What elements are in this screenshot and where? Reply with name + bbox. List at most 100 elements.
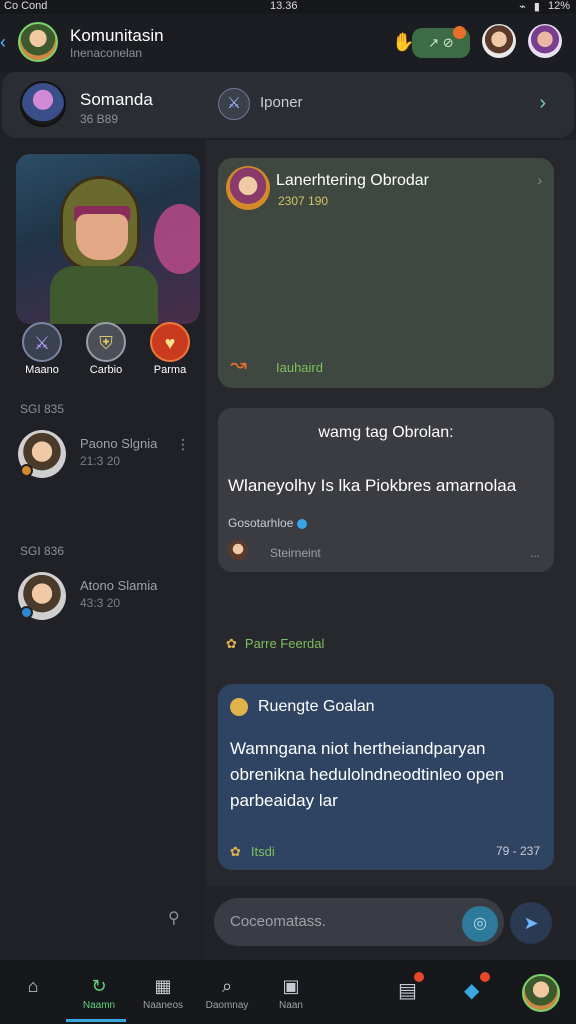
post-body: Wamngana niot hertheiandparyan obrenikna…	[230, 739, 505, 810]
post-title: Lanerhtering Obrodar	[276, 172, 429, 189]
heart-role-button[interactable]: ♥	[150, 322, 190, 362]
signal-icon: ▮	[533, 1, 540, 13]
left-column: ⚔ ⛨ ♥ Maano Carbio Parma SGI 835 Paono S…	[0, 140, 206, 960]
notification-badge	[414, 972, 424, 982]
post-tag-text: Gosotarhloe	[228, 516, 294, 530]
role-label: Carbio	[89, 364, 123, 376]
reaction-row[interactable]: ✿ Parre Feerdal	[226, 636, 324, 652]
group-name: Somanda	[80, 90, 153, 109]
tab-search[interactable]: ⌕ Daomnay	[194, 960, 260, 1024]
profile-avatar[interactable]	[522, 974, 560, 1012]
grid-icon: ▦	[154, 976, 172, 996]
member-time: 21:3 20	[80, 454, 121, 468]
post-reactions[interactable]: ✿ Itsdi	[230, 844, 275, 860]
shield-role-button[interactable]: ⛨	[86, 322, 126, 362]
more-icon[interactable]: ⋮	[176, 436, 190, 453]
post-card-highlight[interactable]: Ruengte Goalan Wamngana niot hertheiandp…	[218, 684, 554, 870]
attach-icon[interactable]: ◎	[462, 906, 498, 942]
tab-home[interactable]: ⌂	[0, 960, 66, 1024]
home-icon: ⌂	[27, 976, 39, 996]
tab-groups[interactable]: ▦ Naaneos	[130, 960, 196, 1024]
group-action-label[interactable]: Iponer	[260, 94, 303, 111]
post-reactions-label: Itsdi	[250, 844, 275, 859]
author-avatar[interactable]	[228, 540, 248, 560]
notification-badge	[480, 972, 490, 982]
role-label: Parma	[153, 364, 187, 376]
author-avatar[interactable]	[226, 166, 270, 210]
post-timestamp: 79 - 237	[495, 844, 540, 858]
section-label: SGI 835	[20, 402, 65, 416]
member-row[interactable]: Atono Slamia 43:3 20	[0, 572, 206, 632]
share-icon[interactable]: ◆	[464, 978, 479, 1003]
post-meta: 2307 190	[278, 194, 329, 208]
post-card[interactable]: wamg tag Obrolan: Wlaneyolhy Is lka Piok…	[218, 408, 554, 572]
post-card[interactable]: Lanerhtering Obrodar 2307 190 › ↝ Iauhai…	[218, 158, 554, 388]
feed: Lanerhtering Obrodar 2307 190 › ↝ Iauhai…	[206, 140, 576, 960]
message-input[interactable]: Coceomatass.	[214, 898, 504, 946]
activity-pill-label: ↗ ⊘	[428, 35, 454, 50]
member-name: Paono Slgnia	[80, 436, 158, 451]
role-label: Maano	[25, 364, 59, 376]
community-avatar[interactable]	[18, 22, 58, 62]
status-icons: ⌁ ▮ 12%	[519, 0, 570, 13]
chevron-right-icon[interactable]: ›	[539, 92, 546, 115]
window-icon: ▣	[282, 976, 300, 996]
sword-icon[interactable]: ⚔	[218, 88, 250, 120]
page-title: Komunitasin	[70, 26, 164, 45]
member-row[interactable]: Paono Slgnia 21:3 20 ⋮	[0, 430, 206, 490]
reaction-icon[interactable]: ↝	[230, 352, 247, 377]
member-name: Atono Slamia	[80, 578, 158, 593]
inbox-icon[interactable]: ▤	[398, 978, 417, 1003]
carrier-label: Co Cond	[4, 0, 48, 12]
section-label: SGI 836	[20, 544, 65, 558]
tab-label: Daomnay	[205, 1000, 249, 1011]
back-arrow-icon[interactable]: ‹	[0, 32, 16, 54]
emoji-icon: ✿	[230, 844, 241, 859]
microphone-icon[interactable]: ⚲	[168, 908, 180, 928]
group-avatar[interactable]	[20, 81, 66, 127]
face-shape	[76, 214, 128, 260]
composer: Coceomatass. ◎ ➤	[206, 886, 576, 960]
monster-shape	[154, 204, 200, 274]
activity-pill[interactable]: ↗ ⊘	[412, 26, 470, 58]
status-dot	[20, 464, 33, 477]
post-body: Wlaneyolhy Is lka Piokbres amarnolaa	[228, 476, 517, 495]
emoji-icon	[230, 698, 248, 716]
battery-label: 12%	[547, 0, 570, 12]
emoji-icon: ✿	[226, 636, 237, 651]
more-icon[interactable]: ...	[530, 546, 540, 560]
post-title: wamg tag Obrolan:	[318, 424, 454, 441]
post-title: Ruengte Goalan	[258, 698, 375, 715]
active-tab-indicator	[66, 1019, 126, 1022]
search-icon: ⌕	[221, 976, 233, 996]
group-meta: 36 B89	[80, 112, 119, 126]
armor-shape	[50, 266, 158, 324]
tag-dot-icon	[297, 518, 308, 529]
reaction-row-label: Parre Feerdal	[244, 636, 325, 651]
notification-dot	[453, 26, 466, 39]
clock: 13.36	[270, 0, 298, 12]
member-avatar[interactable]	[482, 24, 516, 58]
tab-community[interactable]: ↻ Naamn	[66, 960, 132, 1024]
send-button[interactable]: ➤	[510, 902, 552, 944]
wifi-icon: ⌁	[519, 1, 526, 13]
post-author: Steirneint	[270, 546, 321, 560]
bottom-tab-bar: ⌂ ↻ Naamn ▦ Naaneos ⌕ Daomnay ▣ Naan ▤ ◆	[0, 960, 576, 1024]
page-subtitle: Inenaconelan	[70, 46, 143, 60]
reaction-label[interactable]: Iauhaird	[276, 360, 323, 375]
tab-label: Naaneos	[142, 1000, 184, 1011]
chevron-right-icon[interactable]: ›	[537, 172, 542, 188]
post-tag[interactable]: Gosotarhloe	[228, 516, 308, 530]
tab-label: Naamn	[82, 1000, 116, 1011]
member-time: 43:3 20	[80, 596, 121, 610]
hero-image[interactable]	[16, 154, 200, 324]
tab-label: Naan	[279, 1000, 303, 1011]
tab-pages[interactable]: ▣ Naan	[258, 960, 324, 1024]
status-bar: Co Cond 13.36 ⌁ ▮ 12%	[0, 0, 576, 14]
sword-role-button[interactable]: ⚔	[22, 322, 62, 362]
status-dot	[20, 606, 33, 619]
refresh-icon: ↻	[91, 976, 107, 996]
app-bar: ‹ Komunitasin Inenaconelan ✋ ↗ ⊘	[0, 14, 576, 72]
group-card[interactable]: Somanda 36 B89 ⚔ Iponer ›	[2, 72, 574, 138]
member-avatar[interactable]	[528, 24, 562, 58]
